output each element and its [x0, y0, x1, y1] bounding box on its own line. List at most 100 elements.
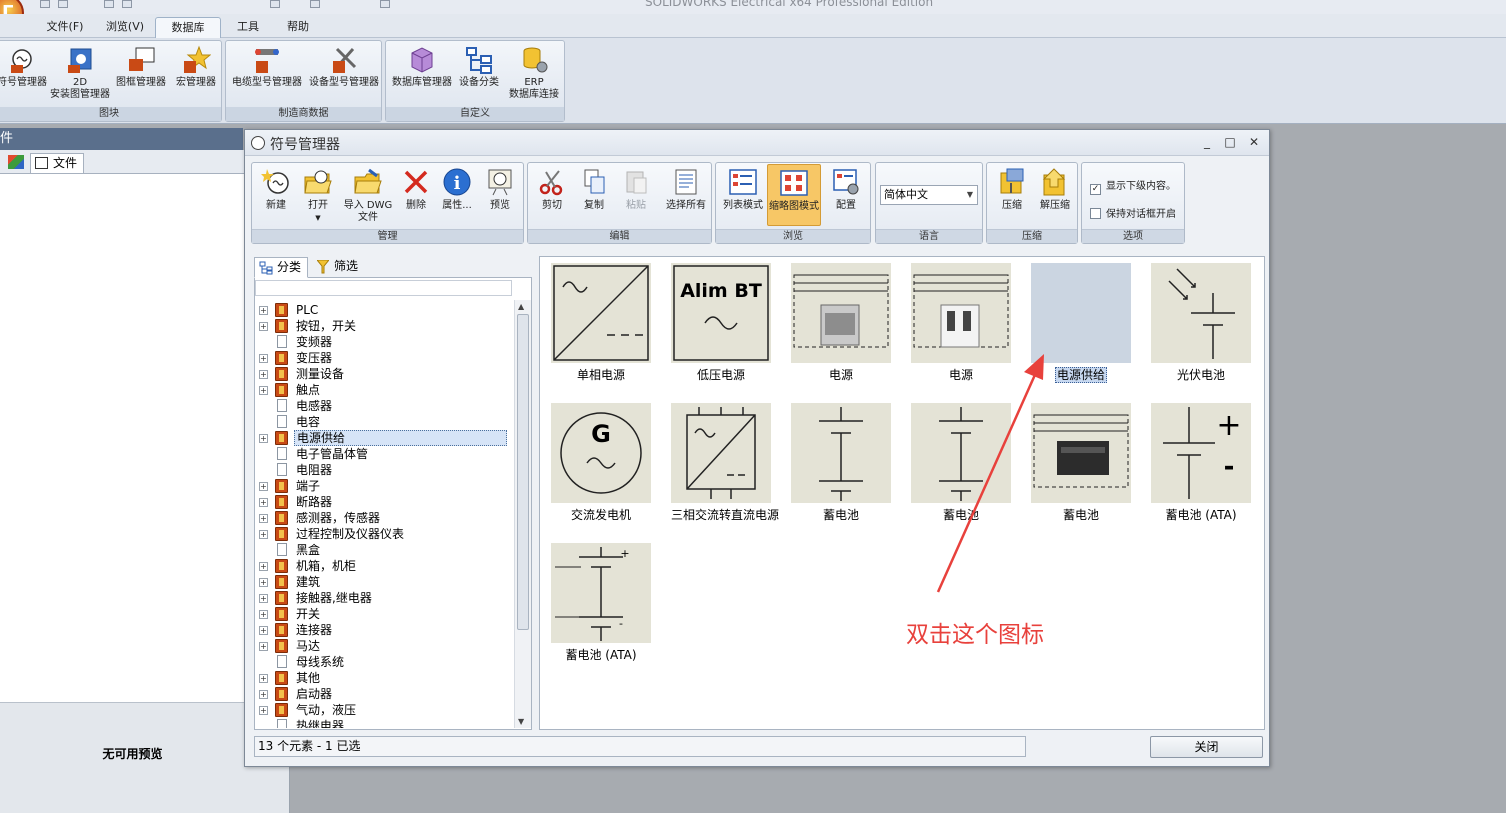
- list-mode-button[interactable]: 列表模式: [719, 167, 767, 212]
- expand-icon[interactable]: +: [259, 674, 268, 683]
- delete-button[interactable]: 删除: [398, 167, 434, 212]
- expand-icon[interactable]: +: [259, 562, 268, 571]
- maximize-button[interactable]: □: [1220, 133, 1240, 151]
- cable-model-manager-button[interactable]: 电缆型号管理器: [228, 45, 306, 89]
- expand-icon[interactable]: +: [259, 690, 268, 699]
- zoom-icon[interactable]: [270, 0, 280, 8]
- decompress-button[interactable]: 解压缩: [1034, 167, 1076, 212]
- symbol-preview[interactable]: [911, 263, 1011, 363]
- menu-tab-file[interactable]: 文件(F): [36, 17, 94, 38]
- symbol-thumbnail[interactable]: G 交流发电机: [551, 403, 651, 523]
- compress-button[interactable]: 压缩: [990, 167, 1034, 212]
- keep-open-checkbox[interactable]: [1090, 208, 1101, 219]
- tree-item[interactable]: + 端子: [259, 478, 509, 494]
- symbol-preview[interactable]: [791, 403, 891, 503]
- tree-item[interactable]: 电阻器: [259, 462, 509, 478]
- symbol-thumbnail[interactable]: + - 蓄电池 (ATA): [1151, 403, 1251, 523]
- symbol-thumbnail[interactable]: 蓄电池: [791, 403, 891, 523]
- save-icon[interactable]: [40, 0, 50, 8]
- tree-item[interactable]: + 建筑: [259, 574, 509, 590]
- expand-icon[interactable]: +: [259, 370, 268, 379]
- tree-item[interactable]: + 触点: [259, 382, 509, 398]
- symbol-preview[interactable]: [1151, 263, 1251, 363]
- tree-item[interactable]: + 测量设备: [259, 366, 509, 382]
- expand-icon[interactable]: +: [259, 306, 268, 315]
- menu-tab-help[interactable]: 帮助: [276, 17, 320, 38]
- redo-icon[interactable]: [122, 0, 132, 8]
- expand-icon[interactable]: +: [259, 386, 268, 395]
- menu-tab-database[interactable]: 数据库(B): [155, 17, 221, 53]
- symbol-thumbnail[interactable]: 电源: [791, 263, 891, 383]
- tree-item[interactable]: + 断路器: [259, 494, 509, 510]
- tree-scrollbar[interactable]: ▲ ▼: [514, 300, 531, 728]
- tree-item[interactable]: 电容: [259, 414, 509, 430]
- expand-icon[interactable]: +: [259, 578, 268, 587]
- tree-item[interactable]: 电子管晶体管: [259, 446, 509, 462]
- tab-filter[interactable]: 筛选: [312, 257, 364, 278]
- symbol-preview[interactable]: [671, 403, 771, 503]
- components-tab-icon[interactable]: [8, 155, 24, 169]
- menu-tab-view[interactable]: 浏览(V): [96, 17, 154, 38]
- device-class-button[interactable]: 设备分类: [454, 45, 504, 89]
- close-button[interactable]: 关闭: [1150, 736, 1263, 758]
- symbol-preview[interactable]: [551, 263, 651, 363]
- database-manager-button[interactable]: 数据库管理器: [390, 45, 454, 89]
- tree-item[interactable]: + 机箱，机柜: [259, 558, 509, 574]
- properties-button[interactable]: i 属性...: [436, 167, 478, 212]
- tree-item[interactable]: 热继电器: [259, 718, 509, 728]
- symbol-thumbnail[interactable]: Alim BT 低压电源: [671, 263, 771, 383]
- show-sublevel-checkbox[interactable]: ✓: [1090, 184, 1101, 195]
- preview-button[interactable]: 预览: [480, 167, 520, 212]
- tree-item[interactable]: + 马达: [259, 638, 509, 654]
- tree-item[interactable]: + 开关: [259, 606, 509, 622]
- tree-item[interactable]: 电感器: [259, 398, 509, 414]
- symbol-preview[interactable]: [791, 263, 891, 363]
- tree-item[interactable]: + 过程控制及仪器仪表: [259, 526, 509, 542]
- copy-button[interactable]: 复制: [574, 167, 614, 212]
- save-all-icon[interactable]: [58, 0, 68, 8]
- expand-icon[interactable]: +: [259, 610, 268, 619]
- scroll-down-icon[interactable]: ▼: [518, 717, 524, 726]
- tab-classification[interactable]: 分类: [254, 257, 309, 278]
- import-dwg-button[interactable]: 导入 DWG 文件: [340, 167, 396, 224]
- expand-icon[interactable]: +: [259, 322, 268, 331]
- symbol-preview[interactable]: + -: [551, 543, 651, 643]
- tree-item[interactable]: + 连接器: [259, 622, 509, 638]
- frame-manager-button[interactable]: 图框管理器: [113, 45, 169, 89]
- symbol-preview[interactable]: [1031, 403, 1131, 503]
- tree-item[interactable]: 黑盒: [259, 542, 509, 558]
- dialog-title-bar[interactable]: 符号管理器 _ □ ✕: [245, 130, 1269, 156]
- tree-item[interactable]: 母线系统: [259, 654, 509, 670]
- tree-item[interactable]: + PLC: [259, 302, 509, 318]
- expand-icon[interactable]: +: [259, 514, 268, 523]
- show-sublevel-option[interactable]: ✓ 显示下级内容。: [1090, 177, 1176, 195]
- macro-manager-button[interactable]: 宏管理器: [171, 45, 221, 89]
- symbol-thumbnail[interactable]: 电源供给: [1031, 263, 1131, 383]
- tree-item[interactable]: + 启动器: [259, 686, 509, 702]
- symbol-manager-button[interactable]: 符号管理器: [0, 45, 47, 89]
- expand-icon[interactable]: +: [259, 482, 268, 491]
- symbol-preview[interactable]: [911, 403, 1011, 503]
- keep-open-option[interactable]: 保持对话框开启: [1090, 205, 1176, 220]
- thumbnail-mode-button[interactable]: 缩略图模式: [767, 164, 821, 226]
- tree-item[interactable]: + 气动，液压: [259, 702, 509, 718]
- tree-search-input[interactable]: [255, 280, 512, 296]
- symbol-thumbnail[interactable]: + - 蓄电池 (ATA): [551, 543, 651, 663]
- select-all-button[interactable]: 选择所有: [662, 167, 710, 212]
- cut-button[interactable]: 剪切: [532, 167, 572, 212]
- tree-item[interactable]: + 感测器，传感器: [259, 510, 509, 526]
- expand-icon[interactable]: +: [259, 530, 268, 539]
- tree-item[interactable]: 变频器: [259, 334, 509, 350]
- expand-icon[interactable]: +: [259, 498, 268, 507]
- symbol-preview[interactable]: Alim BT: [671, 263, 771, 363]
- scroll-up-icon[interactable]: ▲: [518, 302, 524, 311]
- expand-icon[interactable]: +: [259, 594, 268, 603]
- new-button[interactable]: 新建: [256, 167, 296, 212]
- left-file-tab[interactable]: 文件: [30, 153, 85, 173]
- expand-icon[interactable]: +: [259, 434, 268, 443]
- language-select[interactable]: 简体中文 ▼: [880, 185, 978, 205]
- open-button[interactable]: 打开 ▼: [298, 167, 338, 224]
- symbol-thumbnail[interactable]: 电源: [911, 263, 1011, 383]
- tree-item[interactable]: + 接触器,继电器: [259, 590, 509, 606]
- help-icon[interactable]: [380, 0, 390, 8]
